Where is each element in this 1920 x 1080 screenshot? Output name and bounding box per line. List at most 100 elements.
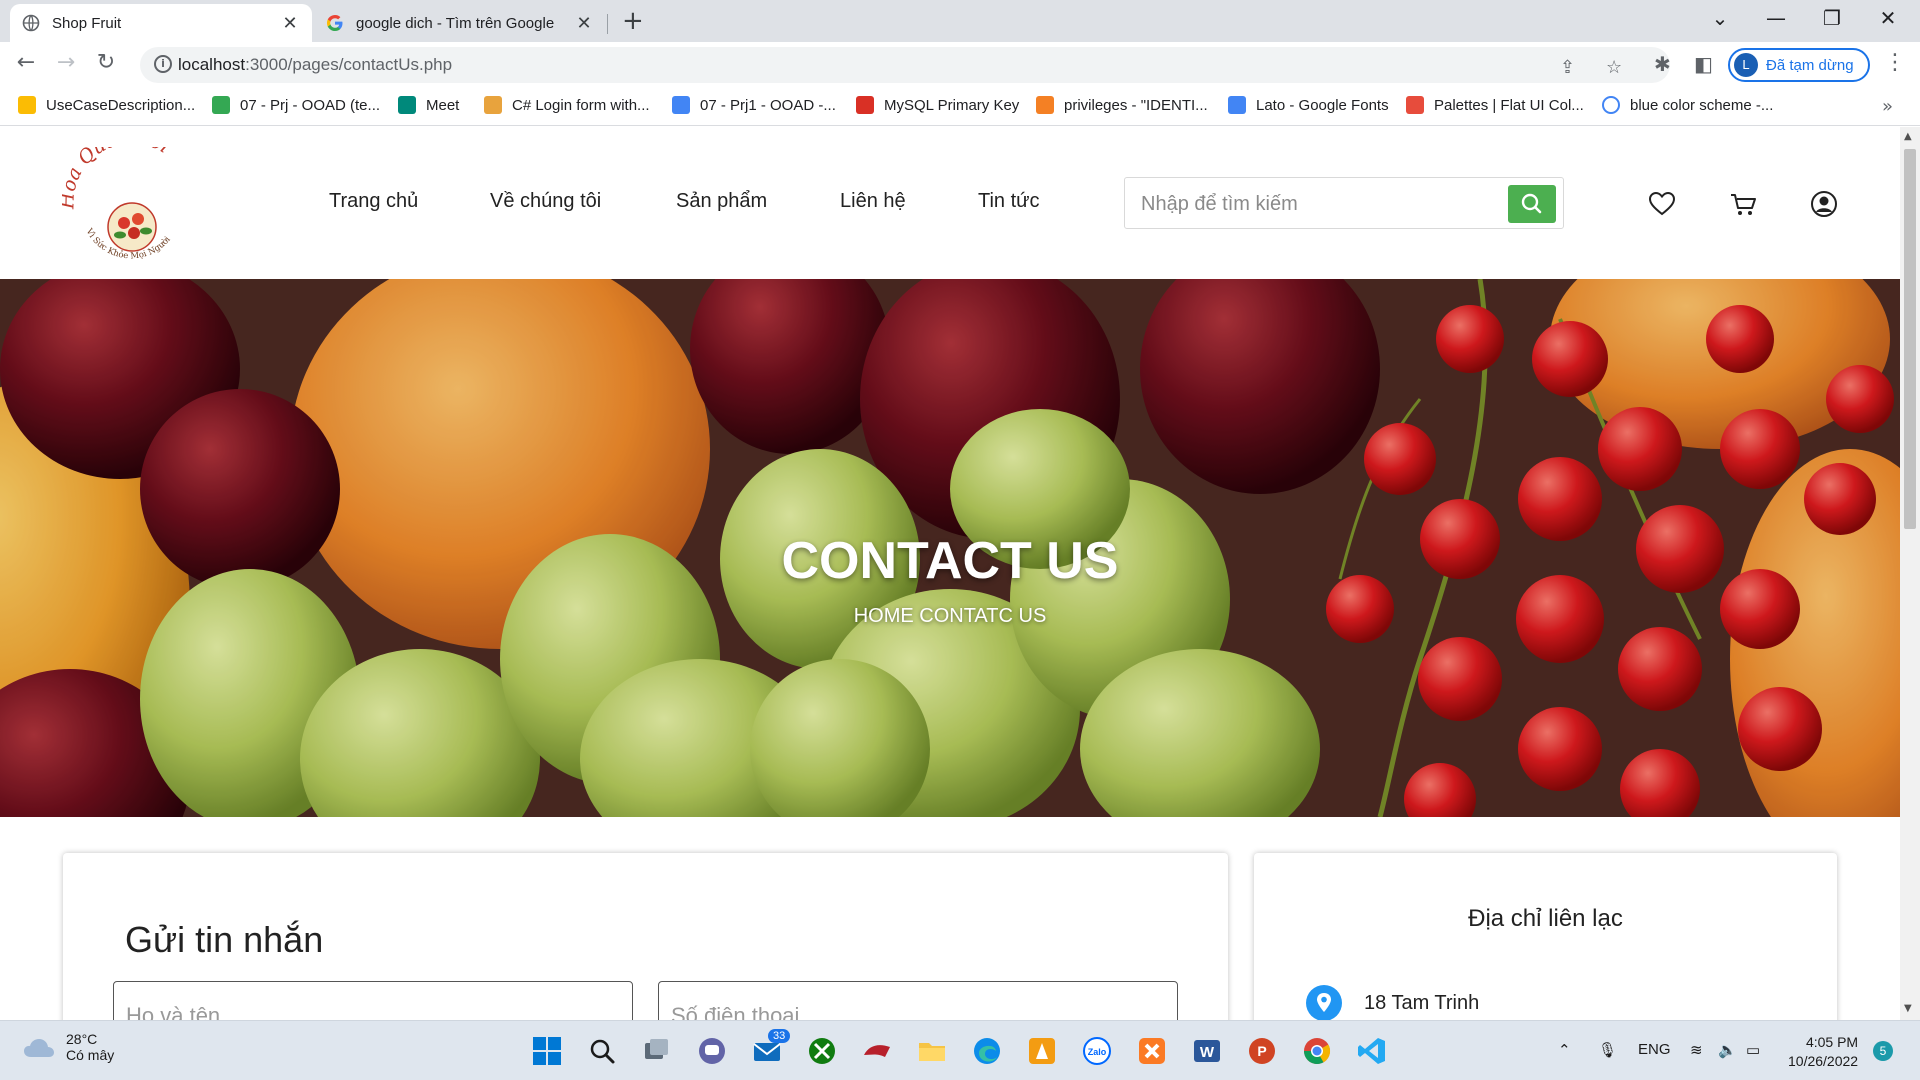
bookmark-label: Lato - Google Fonts xyxy=(1256,96,1389,114)
extensions-puzzle-icon[interactable]: ✱ xyxy=(1654,52,1671,76)
profile-button[interactable]: L Đã tạm dừng xyxy=(1728,48,1870,82)
weather-widget[interactable]: 28°C Có mây xyxy=(22,1031,114,1063)
back-arrow-icon[interactable]: ← xyxy=(10,50,42,80)
bookmark-item[interactable]: Lato - Google Fonts xyxy=(1228,96,1389,114)
powerpoint-icon[interactable]: P xyxy=(1246,1035,1278,1067)
nav-about[interactable]: Về chúng tôi xyxy=(490,190,601,213)
svg-text:Hoa Quả Tươi: Hoa Quả Tươi xyxy=(62,147,173,210)
tab-google-dich[interactable]: google dich - Tìm trên Google ✕ xyxy=(314,4,606,42)
bookmark-label: Meet xyxy=(426,96,460,114)
tab-search-chevron-icon[interactable]: ⌄ xyxy=(1692,6,1748,30)
close-tab-icon[interactable]: ✕ xyxy=(574,13,594,34)
teams-chat-icon[interactable] xyxy=(696,1035,728,1067)
file-explorer-icon[interactable] xyxy=(916,1035,948,1067)
site-search xyxy=(1124,177,1564,229)
windows-start-icon[interactable] xyxy=(531,1035,563,1067)
address-bar[interactable]: i localhost:3000/pages/contactUs.php ⇪ ☆ xyxy=(140,47,1670,83)
flatui-icon xyxy=(1406,96,1424,114)
restore-button[interactable]: ❐ xyxy=(1804,6,1860,30)
bookmark-item[interactable]: 07 - Prj1 - OOAD -... xyxy=(672,96,836,114)
contact-address-card: Địa chỉ liên lạc 18 Tam Trinh xyxy=(1254,853,1837,1020)
vscode-icon[interactable] xyxy=(1356,1035,1388,1067)
site-logo[interactable]: Hoa Quả Tươi Vì Sức Khỏe Mọi Người xyxy=(62,147,202,267)
wifi-icon[interactable]: ≋ xyxy=(1690,1041,1703,1059)
bookmark-item[interactable]: MySQL Primary Key xyxy=(856,96,1019,114)
stackoverflow-icon xyxy=(1036,96,1054,114)
bookmark-label: C# Login form with... xyxy=(512,96,650,114)
xbox-icon[interactable] xyxy=(806,1035,838,1067)
bookmarks-overflow-icon[interactable]: » xyxy=(1882,96,1893,117)
bookmark-item[interactable]: blue color scheme -... xyxy=(1602,96,1773,114)
bookmark-label: 07 - Prj - OOAD (te... xyxy=(240,96,381,114)
microphone-icon[interactable]: 🎙 xyxy=(1598,1041,1617,1059)
tab-shop-fruit[interactable]: Shop Fruit ✕ xyxy=(10,4,312,42)
scroll-down-arrow-icon[interactable]: ▼ xyxy=(1904,1003,1912,1014)
share-icon[interactable]: ⇪ xyxy=(1560,57,1575,78)
close-window-button[interactable]: ✕ xyxy=(1860,6,1916,30)
search-input[interactable] xyxy=(1141,190,1501,218)
bookmark-label: 07 - Prj1 - OOAD -... xyxy=(700,96,836,114)
new-tab-button[interactable]: + xyxy=(622,6,644,36)
scrollbar-thumb[interactable] xyxy=(1904,149,1916,529)
minimize-button[interactable]: — xyxy=(1748,6,1804,30)
bookmark-item[interactable]: UseCaseDescription... xyxy=(18,96,195,114)
search-icon xyxy=(1521,193,1542,214)
google-meet-icon xyxy=(398,96,416,114)
bookmark-item[interactable]: Palettes | Flat UI Col... xyxy=(1406,96,1584,114)
send-message-title: Gửi tin nhắn xyxy=(125,919,324,960)
bookmark-label: privileges - "IDENTI... xyxy=(1064,96,1208,114)
word-icon[interactable]: W xyxy=(1191,1035,1223,1067)
mysql-workbench-icon[interactable] xyxy=(861,1035,893,1067)
browser-toolbar: ← → ↻ i localhost:3000/pages/contactUs.p… xyxy=(0,42,1920,88)
site-info-icon[interactable]: i xyxy=(154,55,172,73)
close-tab-icon[interactable]: ✕ xyxy=(280,13,300,34)
xampp-icon[interactable] xyxy=(1136,1035,1168,1067)
location-pin-icon xyxy=(1306,985,1342,1020)
user-icon[interactable] xyxy=(1809,189,1839,219)
google-drive-icon xyxy=(672,96,690,114)
chrome-icon[interactable] xyxy=(1301,1035,1333,1067)
task-view-icon[interactable] xyxy=(641,1035,673,1067)
address-url[interactable]: localhost:3000/pages/contactUs.php xyxy=(178,55,452,75)
bookmark-item[interactable]: Meet xyxy=(398,96,459,114)
url-host: localhost xyxy=(178,55,246,74)
bookmark-star-icon[interactable]: ☆ xyxy=(1606,57,1622,78)
tray-overflow-chevron-icon[interactable]: ⌃ xyxy=(1558,1041,1571,1059)
page-scrollbar[interactable]: ▲ ▼ xyxy=(1900,127,1920,1020)
scroll-up-arrow-icon[interactable]: ▲ xyxy=(1904,131,1912,142)
menu-kebab-icon[interactable]: ⋮ xyxy=(1884,50,1906,75)
bookmark-item[interactable]: C# Login form with... xyxy=(484,96,650,114)
heart-icon[interactable] xyxy=(1647,189,1677,219)
bookmarks-bar: UseCaseDescription... 07 - Prj - OOAD (t… xyxy=(0,88,1920,126)
bookmark-item[interactable]: privileges - "IDENTI... xyxy=(1036,96,1208,114)
volume-icon[interactable]: 🔈 xyxy=(1718,1041,1737,1059)
system-clock[interactable]: 4:05 PM 10/26/2022 xyxy=(1788,1033,1858,1071)
clock-date: 10/26/2022 xyxy=(1788,1053,1859,1069)
search-button[interactable] xyxy=(1508,185,1556,223)
nav-home[interactable]: Trang chủ xyxy=(329,190,418,213)
mysql-icon xyxy=(856,96,874,114)
nav-news[interactable]: Tin tức xyxy=(978,190,1040,213)
forward-arrow-icon[interactable]: → xyxy=(50,50,82,80)
notification-count-badge[interactable]: 5 xyxy=(1873,1041,1893,1061)
search-icon[interactable] xyxy=(586,1035,618,1067)
bookmark-label: Palettes | Flat UI Col... xyxy=(1434,96,1584,114)
mail-badge: 33 xyxy=(768,1029,791,1043)
bookmark-item[interactable]: 07 - Prj - OOAD (te... xyxy=(212,96,380,114)
nav-contact[interactable]: Liên hệ xyxy=(840,190,906,213)
nav-products[interactable]: Sản phẩm xyxy=(676,190,767,213)
edge-browser-icon[interactable] xyxy=(971,1035,1003,1067)
phone-input[interactable] xyxy=(671,998,1161,1020)
language-indicator[interactable]: ENG xyxy=(1638,1041,1671,1058)
google-icon xyxy=(327,15,343,31)
office-app-icon[interactable] xyxy=(1026,1035,1058,1067)
bookmark-label: MySQL Primary Key xyxy=(884,96,1020,114)
hero-banner: CONTACT US HOME CONTATC US xyxy=(0,279,1900,817)
reload-icon[interactable]: ↻ xyxy=(90,50,122,80)
battery-icon[interactable]: ▭ xyxy=(1746,1041,1760,1059)
zalo-icon[interactable]: Zalo xyxy=(1081,1035,1113,1067)
cart-icon[interactable] xyxy=(1728,189,1758,219)
google-fonts-icon xyxy=(1228,96,1246,114)
side-panel-icon[interactable]: ◧ xyxy=(1694,52,1713,76)
name-input[interactable] xyxy=(126,998,616,1020)
